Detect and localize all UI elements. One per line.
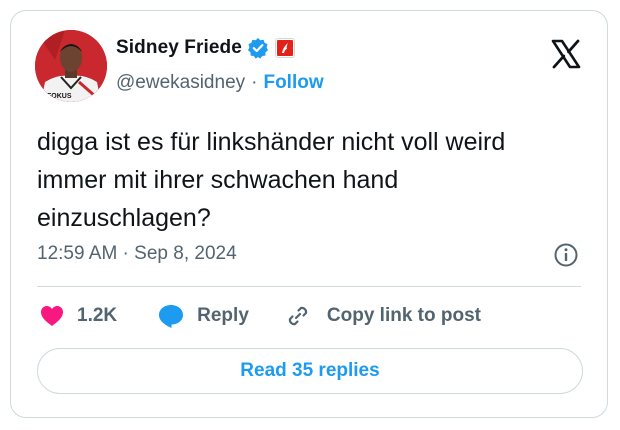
author-display-name[interactable]: Sidney Friede	[116, 37, 242, 59]
avatar-shirt-text: FOKUS	[47, 93, 72, 100]
avatar[interactable]: FOKUS	[35, 30, 107, 102]
info-icon[interactable]	[553, 242, 579, 268]
tweet-timestamp[interactable]: 12:59 AM · Sep 8, 2024	[37, 241, 237, 267]
tweet-text: digga ist es für linkshänder nicht voll …	[37, 128, 506, 232]
reply-button[interactable]: Reply	[157, 303, 249, 329]
divider	[37, 286, 581, 287]
like-button[interactable]: 1.2K	[39, 304, 117, 328]
verified-badge-icon	[247, 38, 268, 59]
avatar-image: FOKUS	[35, 30, 107, 102]
separator-dot: ·	[251, 72, 258, 93]
like-count: 1.2K	[77, 305, 118, 326]
reply-icon	[159, 305, 184, 328]
tweet-card: FOKUS Sidney Friede @ewekasidney · Follo…	[10, 10, 608, 418]
author-name-row: Sidney Friede	[116, 35, 295, 61]
affiliation-badge-icon[interactable]	[274, 38, 295, 58]
author-handle[interactable]: @ewekasidney	[116, 72, 245, 94]
follow-button[interactable]: Follow	[263, 72, 323, 94]
copy-link-label: Copy link to post	[326, 305, 481, 326]
action-bar: 1.2K Reply Copy link to post	[39, 301, 481, 331]
x-logo-icon[interactable]	[551, 39, 581, 69]
copy-link-button[interactable]: Copy link to post	[285, 303, 481, 329]
link-icon	[288, 306, 308, 326]
reply-label: Reply	[197, 305, 249, 326]
read-replies-button[interactable]: Read 35 replies	[37, 348, 583, 394]
author-handle-row: @ewekasidney · Follow	[116, 70, 324, 96]
heart-icon	[41, 306, 63, 326]
